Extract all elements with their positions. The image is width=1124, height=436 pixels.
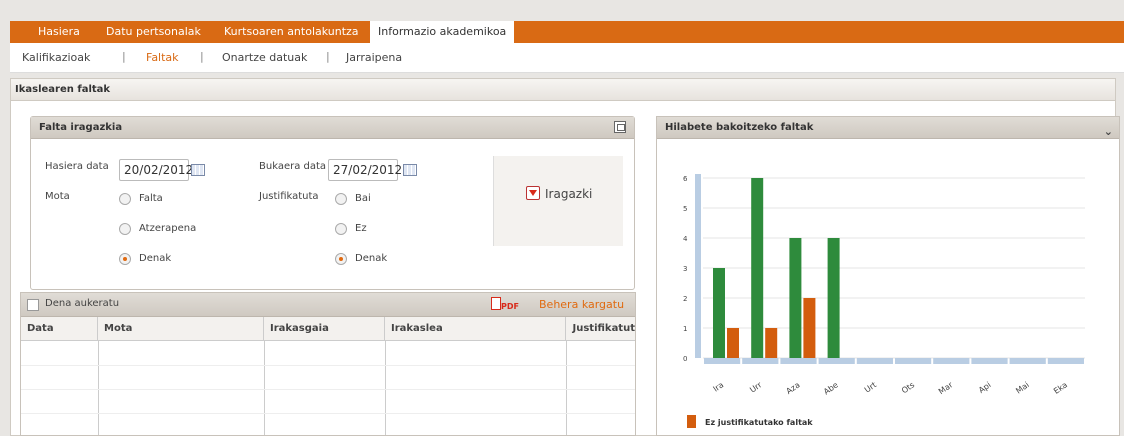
x-axis-track	[895, 358, 932, 364]
x-tick-label: Api	[977, 380, 993, 395]
bar-unjustified	[765, 328, 778, 358]
start-date-input[interactable]: 20/02/2012	[119, 159, 193, 181]
x-tick-label: Mar	[937, 380, 955, 396]
x-tick-label: Ots	[900, 380, 916, 395]
justified-radio-bai[interactable]	[335, 193, 347, 205]
y-tick-label: 4	[683, 235, 688, 243]
type-radio-atzerapena[interactable]	[119, 223, 131, 235]
filter-button-area: Iragazki	[493, 156, 623, 246]
legend-swatch	[687, 415, 696, 428]
column-header-justifikatuta[interactable]: Justifikatut	[566, 317, 636, 341]
x-axis-track	[780, 358, 817, 364]
tab-informazio-akademikoa[interactable]: Informazio akademikoa	[370, 21, 515, 43]
chart-panel-title: Hilabete bakoitzeko faltak	[665, 122, 814, 133]
end-date-label: Bukaera data	[259, 161, 327, 172]
x-tick-label: Ira	[711, 380, 725, 393]
maximize-icon[interactable]	[614, 121, 626, 133]
monthly-absences-chart: 0 1 2 3 4 5 6 Ira Urr Aza Abe Urt Ots Mar Api Mai Eka Ez …	[683, 174, 1085, 428]
y-tick-label: 6	[683, 175, 688, 183]
bar-unjustified	[727, 328, 739, 358]
separator: |	[200, 50, 204, 63]
x-axis-track	[704, 358, 741, 364]
x-axis-track	[933, 358, 970, 364]
x-axis-track	[1009, 358, 1046, 364]
legend-label: Ez justifikatutako faltak	[705, 418, 813, 427]
filter-icon	[526, 186, 540, 200]
justified-radio-ez[interactable]	[335, 223, 347, 235]
y-tick-label: 0	[683, 355, 687, 363]
type-label: Mota	[45, 191, 70, 202]
x-tick-label: Urr	[748, 380, 764, 395]
calendar-icon[interactable]	[191, 164, 205, 176]
subtab-jarraipena[interactable]: Jarraipena	[346, 51, 402, 64]
column-header-data[interactable]: Data	[21, 317, 98, 341]
y-tick-label: 2	[683, 295, 687, 303]
column-header-irakaslea[interactable]: Irakaslea	[385, 317, 566, 341]
bar-total	[827, 238, 840, 358]
pdf-label: PDF	[501, 302, 519, 311]
x-tick-label: Urt	[863, 380, 878, 394]
x-axis-track	[1047, 358, 1084, 364]
justified-option-label: Bai	[355, 193, 371, 204]
sub-navigation: Kalifikazioak | Faltak | Onartze datuak …	[10, 43, 1124, 73]
x-tick-label: Abe	[822, 380, 840, 396]
bar-total	[751, 178, 764, 358]
filter-panel-title: Falta iragazkia	[39, 122, 123, 133]
y-tick-label: 3	[683, 265, 687, 273]
tab-datu-pertsonalak[interactable]: Datu pertsonalak	[106, 21, 201, 43]
x-axis-track	[971, 358, 1008, 364]
filter-panel-header: Falta iragazkia	[31, 117, 634, 139]
calendar-icon[interactable]	[403, 164, 417, 176]
absences-table: Dena aukeratu PDF Behera kargatu Data Mo…	[20, 292, 636, 436]
select-all-label: Dena aukeratu	[45, 298, 120, 309]
row-divider	[21, 389, 635, 390]
separator: |	[326, 50, 330, 63]
justified-label: Justifikatuta	[259, 191, 319, 202]
x-tick-label: Mai	[1014, 380, 1031, 395]
top-navigation: Hasiera Datu pertsonalak Kurtsoaren anto…	[10, 21, 1124, 43]
type-option-label: Falta	[139, 193, 163, 204]
y-tick-label: 1	[683, 325, 687, 333]
row-divider	[21, 413, 635, 414]
bar-total	[713, 268, 725, 358]
separator: |	[122, 50, 126, 63]
chart-panel: Hilabete bakoitzeko faltak ⌄ 0 1 2 3 4 5 6 Ira U…	[656, 116, 1120, 436]
y-tick-label: 5	[683, 205, 687, 213]
justified-radio-denak[interactable]	[335, 253, 347, 265]
select-all-checkbox[interactable]	[27, 299, 39, 311]
subtab-onartze-datuak[interactable]: Onartze datuak	[222, 51, 307, 64]
tab-hasiera[interactable]: Hasiera	[38, 21, 80, 43]
x-tick-label: Aza	[785, 380, 802, 396]
type-radio-denak[interactable]	[119, 253, 131, 265]
justified-option-label: Ez	[355, 223, 367, 234]
x-axis-track	[856, 358, 893, 364]
table-toolbar: Dena aukeratu PDF Behera kargatu	[21, 293, 635, 317]
end-date-input[interactable]: 27/02/2012	[328, 159, 402, 181]
y-axis-track	[695, 174, 701, 358]
table-header: Data Mota Irakasgaia Irakaslea Justifika…	[21, 317, 635, 341]
row-divider	[21, 365, 635, 366]
column-header-mota[interactable]: Mota	[98, 317, 264, 341]
x-axis-track	[818, 358, 855, 364]
pdf-icon[interactable]: PDF	[491, 297, 531, 313]
start-date-label: Hasiera data	[45, 161, 109, 172]
page-title: Ikaslearen faltak	[11, 79, 1115, 101]
filter-button-label: Iragazki	[545, 187, 593, 201]
chart-panel-header[interactable]: Hilabete bakoitzeko faltak ⌄	[657, 117, 1119, 139]
subtab-kalifikazioak[interactable]: Kalifikazioak	[22, 51, 90, 64]
filter-button[interactable]: Iragazki	[526, 186, 592, 201]
subtab-faltak[interactable]: Faltak	[146, 51, 179, 64]
x-axis-track	[742, 358, 779, 364]
type-option-label: Denak	[139, 253, 172, 264]
type-option-label: Atzerapena	[139, 223, 197, 234]
column-header-irakasgaia[interactable]: Irakasgaia	[264, 317, 385, 341]
bar-unjustified	[803, 298, 816, 358]
x-tick-label: Eka	[1052, 380, 1069, 396]
bar-total	[789, 238, 802, 358]
tab-kurtsoaren-antolakuntza[interactable]: Kurtsoaren antolakuntza	[224, 21, 359, 43]
type-radio-falta[interactable]	[119, 193, 131, 205]
filter-panel: Falta iragazkia Hasiera data 20/02/2012 …	[30, 116, 635, 290]
justified-option-label: Denak	[355, 253, 388, 264]
download-link[interactable]: Behera kargatu	[539, 298, 624, 311]
